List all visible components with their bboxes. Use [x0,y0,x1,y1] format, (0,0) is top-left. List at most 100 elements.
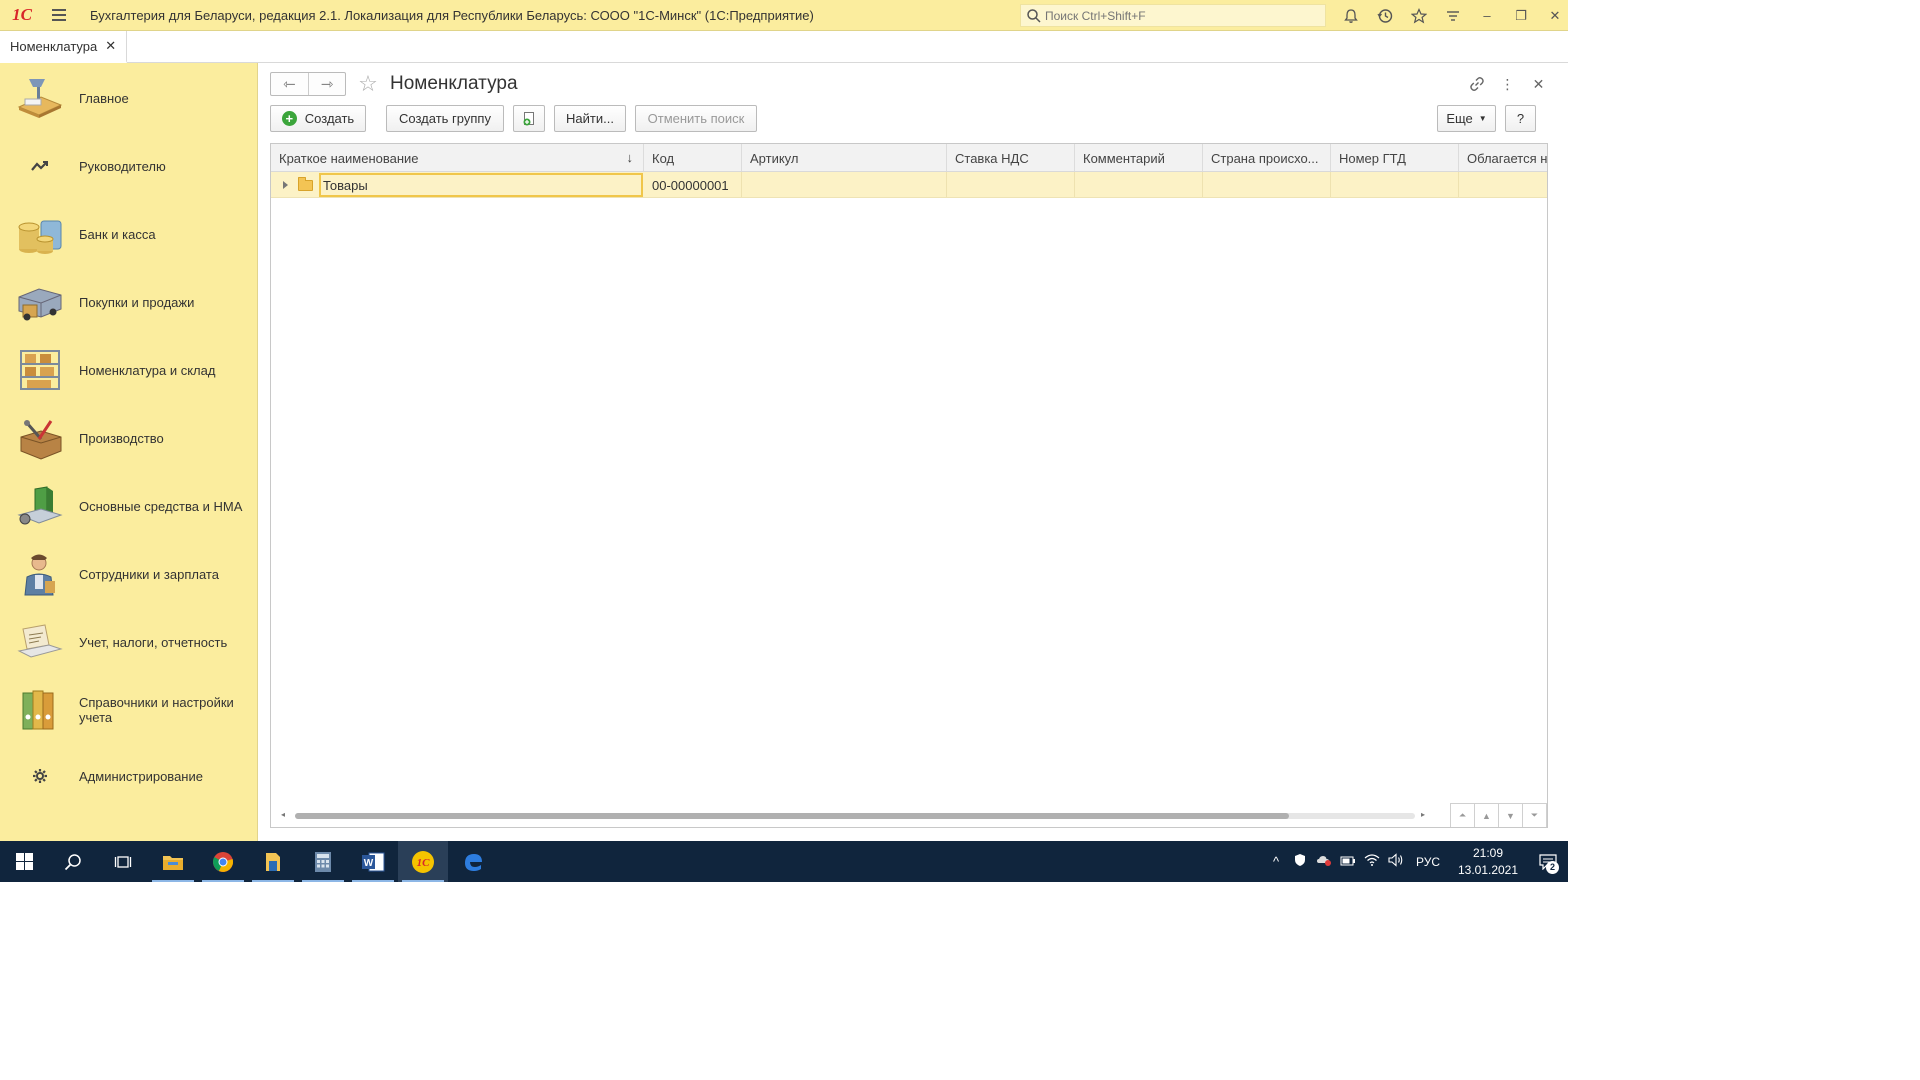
column-header-name[interactable]: Краткое наименование ↓ [271,144,644,171]
help-button[interactable]: ? [1505,105,1536,132]
sidebar-item-staff-salary[interactable]: Сотрудники и зарплата [0,544,258,604]
scroll-right-icon[interactable]: ▸ [1421,810,1425,819]
more-vertical-icon[interactable]: ⋮ [1492,72,1523,96]
chevron-up-icon[interactable]: ^ [1264,854,1288,869]
documents-folder-icon[interactable] [248,841,298,882]
binders-icon [15,687,65,733]
page-down-icon[interactable]: ▼ [1499,804,1523,827]
coins-icon [15,211,65,257]
panels-menu-icon[interactable] [1436,0,1470,31]
bell-icon[interactable] [1334,0,1368,31]
notification-count-badge: 2 [1546,861,1559,874]
sidebar-item-references-settings[interactable]: Справочники и настройки учета [0,680,258,740]
main-menu-button[interactable] [44,0,74,31]
close-icon[interactable]: ✕ [1523,72,1554,96]
form-controls: ⋮ ✕ [1461,72,1554,96]
table-row[interactable]: Товары 00-00000001 [271,172,1547,198]
sidebar-item-main[interactable]: Главное [0,68,258,128]
forward-arrow-icon[interactable]: ⇾ [307,73,345,95]
volume-icon[interactable] [1384,853,1408,870]
column-header-comment[interactable]: Комментарий [1075,144,1203,171]
sidebar-item-purchases-sales[interactable]: Покупки и продажи [0,272,258,332]
1c-logo[interactable]: 1С [0,0,44,31]
desk-lamp-icon [15,75,65,121]
word-icon[interactable]: W [348,841,398,882]
trend-line-icon [15,143,65,189]
sidebar-item-administration[interactable]: Администрирование [0,746,258,806]
page-up-icon[interactable]: ▲ [1475,804,1499,827]
sidebar-item-production[interactable]: Производство [0,408,258,468]
battery-icon[interactable] [1336,854,1360,869]
defender-shield-icon[interactable] [1288,853,1312,870]
calculator-icon[interactable] [298,841,348,882]
cell-name[interactable]: Товары [319,173,643,197]
toolbox-icon [15,415,65,461]
action-center-button[interactable]: 2 [1528,841,1568,882]
input-language[interactable]: РУС [1408,855,1448,869]
cell-gtd-number[interactable] [1331,172,1459,197]
restore-icon[interactable]: ❐ [1504,0,1538,31]
go-first-icon[interactable]: ⏶ [1451,804,1475,827]
sidebar-item-nomenclature-warehouse[interactable]: Номенклатура и склад [0,340,258,400]
1c-app-icon[interactable]: 1C [398,841,448,882]
wifi-icon[interactable] [1360,854,1384,869]
cell-taxed[interactable] [1459,172,1547,197]
horizontal-scrollbar[interactable]: ◂ ▸ [281,810,1431,819]
file-explorer-icon[interactable] [148,841,198,882]
task-view-icon[interactable] [98,841,148,882]
clock-date: 13.01.2021 [1457,862,1519,877]
chrome-icon[interactable] [198,841,248,882]
create-button[interactable]: + Создать [270,105,366,132]
sidebar-item-label: Администрирование [79,768,203,784]
sidebar-item-manager[interactable]: Руководителю [0,136,258,196]
nomenclature-table: Краткое наименование ↓ Код Артикул Ставк… [270,143,1548,828]
column-header-vat-rate[interactable]: Ставка НДС [947,144,1075,171]
column-header-country[interactable]: Страна происхо... [1203,144,1331,171]
machinery-icon [15,483,65,529]
tab-nomenclature[interactable]: Номенклатура ✕ [0,31,128,63]
clock-time: 21:09 [1472,845,1504,860]
search-input[interactable] [1045,8,1315,23]
sidebar-item-label: Номенклатура и склад [79,362,216,378]
cancel-search-button[interactable]: Отменить поиск [635,105,757,132]
create-group-button[interactable]: Создать группу [386,105,504,132]
cell-comment[interactable] [1075,172,1203,197]
find-button[interactable]: Найти... [554,105,626,132]
minimize-icon[interactable]: – [1470,0,1504,31]
cell-vat-rate[interactable] [947,172,1075,197]
link-icon[interactable] [1461,72,1492,96]
sidebar-item-fixed-assets[interactable]: Основные средства и НМА [0,476,258,536]
titlebar-tools: – ❐ ✕ [1334,0,1572,31]
cell-article[interactable] [742,172,947,197]
scrollbar-thumb[interactable] [295,813,1289,819]
history-icon[interactable] [1368,0,1402,31]
search-icon[interactable] [48,841,98,882]
title-bar: 1С Бухгалтерия для Беларуси, редакция 2.… [0,0,1568,31]
copy-button[interactable] [513,105,545,132]
column-header-code[interactable]: Код [644,144,742,171]
star-icon[interactable]: ☆ [356,72,380,96]
close-window-icon[interactable]: ✕ [1538,0,1572,31]
clock[interactable]: 21:09 13.01.2021 [1448,845,1528,879]
favorites-star-icon[interactable] [1402,0,1436,31]
column-header-article[interactable]: Артикул [742,144,947,171]
column-header-taxed[interactable]: Облагается н [1459,144,1547,171]
onedrive-error-icon[interactable] [1312,853,1336,870]
command-bar: + Создать Создать группу Найти... Отмени… [270,105,1560,133]
search-icon [1027,8,1041,23]
cell-code[interactable]: 00-00000001 [644,172,742,197]
expand-triangle-icon[interactable] [283,181,288,189]
cell-country[interactable] [1203,172,1331,197]
column-header-gtd-number[interactable]: Номер ГТД [1331,144,1459,171]
go-last-icon[interactable]: ⏷ [1523,804,1547,827]
more-button[interactable]: Еще ▼ [1437,105,1496,132]
back-arrow-icon[interactable]: ⇽ [271,73,308,95]
edge-icon[interactable] [448,841,498,882]
close-icon[interactable]: ✕ [105,38,116,54]
sidebar-item-bank[interactable]: Банк и касса [0,204,258,264]
scroll-left-icon[interactable]: ◂ [281,810,285,819]
sidebar-item-accounting-taxes[interactable]: Учет, налоги, отчетность [0,612,258,672]
gear-icon [15,753,65,799]
global-search[interactable] [1020,4,1326,27]
start-button[interactable] [0,841,48,882]
